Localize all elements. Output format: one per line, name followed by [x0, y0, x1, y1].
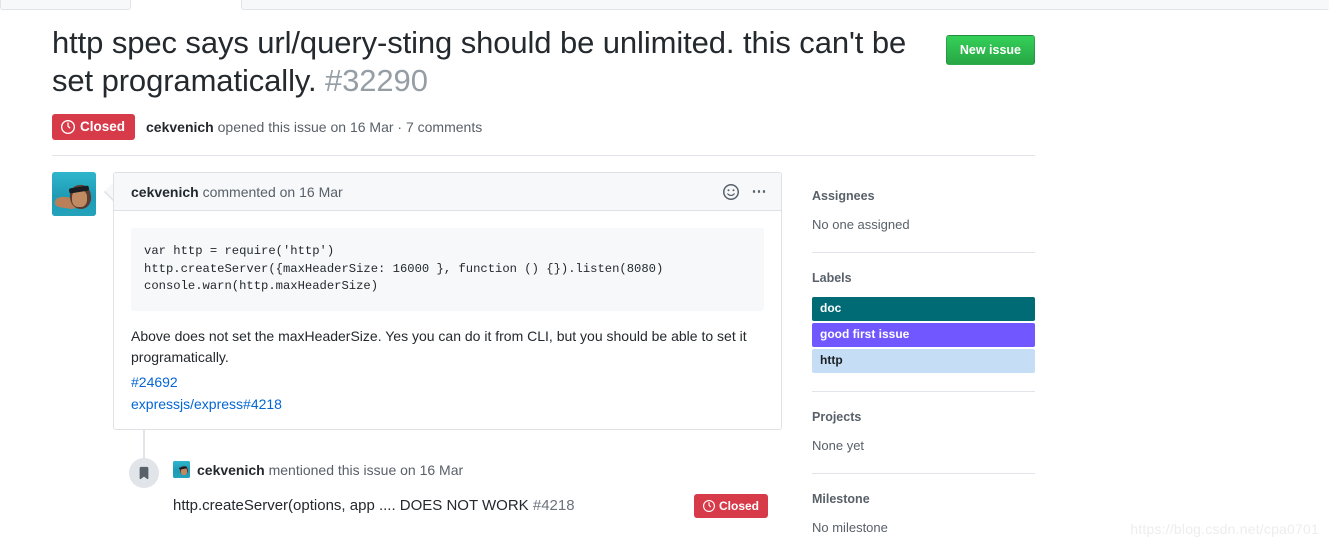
sidebar-projects-title[interactable]: Projects [812, 409, 1035, 426]
issue-meta-row: Closed cekvenich opened this issue on 16… [52, 113, 1035, 140]
page-title: http spec says url/query-sting should be… [52, 24, 914, 100]
timeline-byline: cekvenich mentioned this issue on 16 Mar [173, 460, 782, 480]
sidebar-projects-empty: None yet [812, 438, 865, 453]
sidebar-section-labels: Labels doc good first issue http [812, 270, 1035, 373]
label-chip-good-first-issue[interactable]: good first issue [812, 323, 1035, 347]
comment-thread-item: cekvenich commented on 16 Mar ⋯ var http… [52, 172, 782, 518]
comment-author[interactable]: cekvenich [131, 184, 199, 200]
issue-closed-icon [61, 119, 75, 134]
comment-arrow-wrapper: cekvenich commented on 16 Mar ⋯ var http… [104, 172, 782, 518]
status-badge-label: Closed [80, 118, 126, 134]
comment-body: var http = require('http') http.createSe… [114, 211, 781, 429]
comment-action: commented on 16 Mar [198, 183, 343, 200]
label-list: doc good first issue http [812, 297, 1035, 373]
timeline-item-mentioned: cekvenich mentioned this issue on 16 Mar… [129, 430, 782, 518]
comment-byline: cekvenich commented on 16 Mar [131, 182, 343, 202]
sidebar-section-projects: Projects None yet [812, 409, 1035, 455]
sidebar-divider-1 [812, 252, 1035, 253]
referenced-issue-status-badge: Closed [693, 493, 768, 518]
timeline: cekvenich mentioned this issue on 16 Mar… [129, 429, 782, 518]
sidebar-divider-3 [812, 473, 1035, 474]
issue-page: http spec says url/query-sting should be… [0, 0, 1329, 545]
smiley-icon[interactable] [722, 183, 739, 200]
issue-meta-text: cekvenich opened this issue on 16 Mar · … [146, 117, 482, 137]
sidebar-divider-2 [812, 391, 1035, 392]
top-chrome-strip-left [0, 0, 131, 10]
sidebar-assignees-title[interactable]: Assignees [812, 188, 1035, 205]
comment-header: cekvenich commented on 16 Mar ⋯ [114, 173, 781, 211]
sidebar-labels-title[interactable]: Labels [812, 270, 1035, 287]
label-chip-http[interactable]: http [812, 349, 1035, 373]
issue-header: http spec says url/query-sting should be… [52, 24, 1035, 140]
sidebar-milestone-empty: No milestone [812, 520, 888, 535]
comment-box: cekvenich commented on 16 Mar ⋯ var http… [113, 172, 782, 430]
sidebar: Assignees No one assigned Labels doc goo… [812, 188, 1035, 545]
issue-closed-icon [702, 499, 715, 512]
referenced-issue-status-label: Closed [718, 498, 759, 513]
avatar[interactable] [52, 172, 96, 216]
sidebar-milestone-title[interactable]: Milestone [812, 491, 1035, 508]
issue-author[interactable]: cekvenich [146, 119, 214, 135]
issue-meta-suffix: opened this issue on 16 Mar · 7 comments [213, 118, 483, 135]
status-badge: Closed [52, 113, 136, 140]
timeline-action: mentioned this issue on 16 Mar [264, 461, 464, 478]
header-divider [52, 155, 1035, 156]
referenced-issue-title[interactable]: http.createServer(options, app .... DOES… [173, 495, 575, 516]
title-row: http spec says url/query-sting should be… [52, 24, 1035, 100]
timeline-author[interactable]: cekvenich [197, 462, 265, 478]
issue-title-text: http spec says url/query-sting should be… [52, 25, 907, 98]
code-block: var http = require('http') http.createSe… [131, 228, 764, 311]
issue-reference-link-2[interactable]: expressjs/express#4218 [131, 393, 764, 415]
comment-header-actions: ⋯ [722, 183, 769, 200]
timeline-reference-row: http.createServer(options, app .... DOES… [173, 493, 782, 518]
sidebar-assignees-empty: No one assigned [812, 217, 910, 232]
timeline-text: cekvenich mentioned this issue on 16 Mar [197, 460, 463, 480]
smiley-icon-glyph [722, 183, 739, 200]
issue-reference-link-1[interactable]: #24692 [131, 371, 764, 393]
referenced-issue-number: #4218 [532, 497, 575, 514]
watermark: https://blog.csdn.net/cpa0701 [1130, 521, 1319, 537]
bookmark-icon [129, 457, 159, 488]
new-issue-button[interactable]: New issue [945, 35, 1035, 65]
comment-paragraph: Above does not set the maxHeaderSize. Ye… [131, 327, 747, 365]
kebab-horizontal-icon[interactable]: ⋯ [752, 184, 769, 199]
sidebar-section-assignees: Assignees No one assigned [812, 188, 1035, 234]
top-chrome-strip-right [241, 0, 1329, 10]
label-chip-doc[interactable]: doc [812, 297, 1035, 321]
main-column: cekvenich commented on 16 Mar ⋯ var http… [52, 172, 782, 518]
sidebar-section-milestone: Milestone No milestone [812, 491, 1035, 537]
issue-number: #32290 [324, 62, 428, 98]
referenced-issue-title-text: http.createServer(options, app .... DOES… [173, 497, 529, 514]
bookmark-icon-glyph [139, 466, 149, 479]
avatar[interactable] [173, 461, 190, 478]
